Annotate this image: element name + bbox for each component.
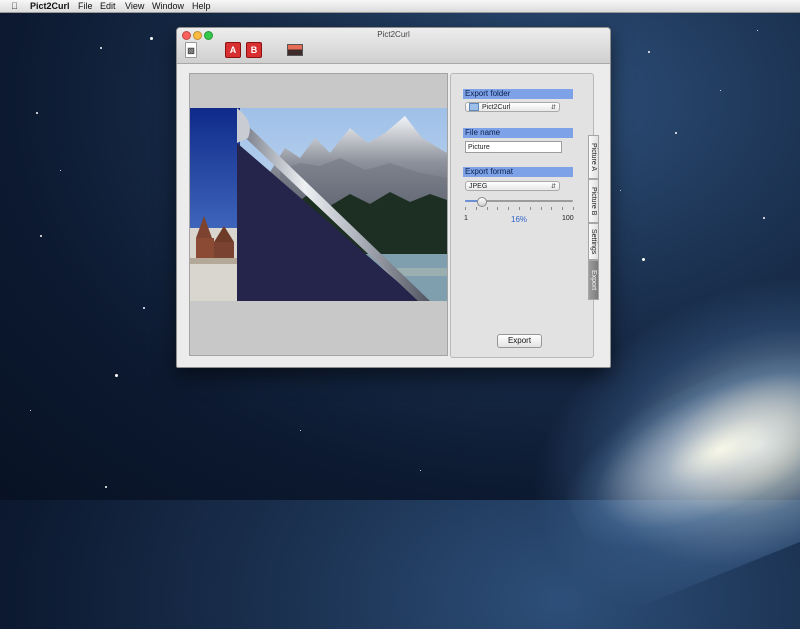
- export-format-header: Export format: [463, 167, 573, 177]
- folder-icon: [469, 103, 479, 112]
- star: [105, 486, 107, 488]
- window-title: Pict2Curl: [377, 30, 410, 39]
- star: [143, 307, 145, 309]
- star: [40, 235, 42, 237]
- tab-picture-a[interactable]: Picture A: [588, 135, 599, 179]
- popup-arrows-icon: ⇵: [550, 184, 556, 190]
- star: [720, 90, 721, 91]
- slider-tick: [573, 207, 574, 210]
- file-name-field[interactable]: Picture: [465, 141, 562, 153]
- app-window: Pict2Curl ▧ A B Export folder Pict2Curl …: [176, 27, 611, 368]
- tab-picture-b-label: Picture B: [590, 186, 597, 216]
- quality-min-label: 1: [464, 215, 468, 222]
- export-button[interactable]: Export: [497, 334, 542, 348]
- picture-a-button[interactable]: A: [225, 42, 241, 58]
- slider-tick: [475, 207, 477, 210]
- slider-tick: [529, 207, 531, 210]
- export-folder-value: Pict2Curl: [482, 104, 511, 111]
- star: [620, 190, 621, 191]
- preview-picture: [190, 108, 447, 301]
- slider-tick: [551, 207, 553, 210]
- slider-tick: [486, 207, 488, 210]
- star: [115, 374, 118, 377]
- menu-file[interactable]: File: [78, 0, 93, 12]
- slider-tick: [497, 207, 499, 210]
- star: [36, 112, 38, 114]
- star: [100, 47, 102, 49]
- title-bar[interactable]: Pict2Curl ▧ A B: [177, 28, 610, 64]
- star: [150, 37, 153, 40]
- quality-slider[interactable]: [465, 197, 573, 207]
- tab-settings[interactable]: Settings: [588, 223, 599, 260]
- slider-tick: [465, 207, 466, 210]
- picture-b-button[interactable]: B: [246, 42, 262, 58]
- apple-menu-icon[interactable]: : [11, 0, 18, 12]
- tab-picture-a-label: Picture A: [590, 142, 597, 171]
- quality-max-label: 100: [562, 215, 574, 222]
- menu-edit[interactable]: Edit: [100, 0, 116, 12]
- menu-help[interactable]: Help: [192, 0, 211, 12]
- tab-export[interactable]: Export: [588, 260, 599, 300]
- star: [675, 132, 677, 134]
- slider-tick: [508, 207, 510, 210]
- star: [300, 430, 301, 431]
- tab-settings-label: Settings: [590, 228, 597, 255]
- star: [60, 170, 61, 171]
- quality-slider-ticks: [465, 207, 574, 210]
- menu-bar:  Pict2Curl File Edit View Window Help: [0, 0, 800, 13]
- star: [642, 258, 645, 261]
- slider-tick: [562, 207, 564, 210]
- slider-tick: [519, 207, 520, 210]
- star: [757, 30, 758, 31]
- menu-window[interactable]: Window: [152, 0, 184, 12]
- menu-app-name[interactable]: Pict2Curl: [30, 0, 70, 12]
- flag-icon[interactable]: [287, 44, 303, 56]
- star: [420, 470, 421, 471]
- preview-canvas[interactable]: [189, 73, 448, 356]
- star: [30, 410, 31, 411]
- star: [648, 51, 650, 53]
- quality-value: 16%: [511, 215, 528, 224]
- tab-picture-b[interactable]: Picture B: [588, 179, 599, 223]
- export-folder-popup[interactable]: Pict2Curl ⇵: [465, 102, 560, 112]
- export-format-popup[interactable]: JPEG ⇵: [465, 181, 560, 191]
- popup-arrows-icon: ⇵: [550, 105, 556, 111]
- export-folder-header: Export folder: [463, 89, 573, 99]
- tab-export-label: Export: [590, 269, 597, 291]
- document-icon[interactable]: ▧: [185, 42, 197, 58]
- star: [763, 217, 765, 219]
- file-name-header: File name: [463, 128, 573, 138]
- export-format-value: JPEG: [469, 183, 488, 190]
- export-panel: Export folder Pict2Curl ⇵ File name Pict…: [450, 73, 594, 358]
- slider-tick: [540, 207, 542, 210]
- quality-slider-knob[interactable]: [477, 197, 488, 207]
- menu-view[interactable]: View: [125, 0, 144, 12]
